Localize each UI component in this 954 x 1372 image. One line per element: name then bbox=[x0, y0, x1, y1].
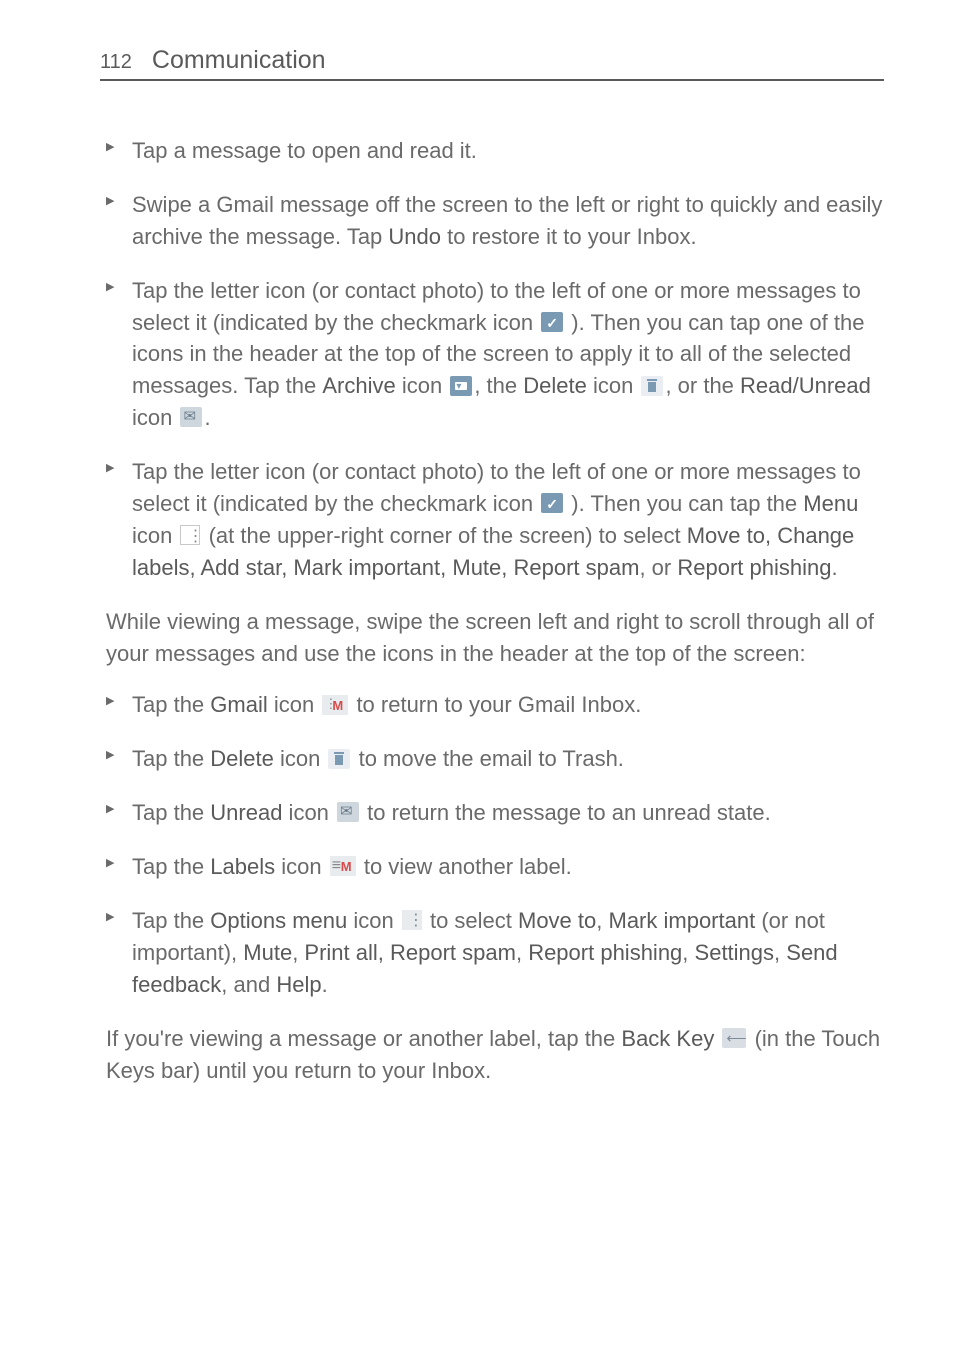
paragraph: While viewing a message, swipe the scree… bbox=[106, 606, 884, 670]
unread-icon bbox=[337, 802, 359, 822]
archive-icon bbox=[450, 376, 472, 396]
paragraph: If you're viewing a message or another l… bbox=[106, 1023, 884, 1087]
instruction-list-2: Tap the Gmail icon to return to your Gma… bbox=[106, 689, 884, 1000]
page-number: 112 bbox=[100, 51, 132, 74]
back-key-icon bbox=[722, 1028, 746, 1048]
section-title: Communication bbox=[152, 46, 326, 75]
menu-icon bbox=[180, 525, 200, 545]
gmail-icon bbox=[322, 695, 348, 715]
read-unread-icon bbox=[180, 407, 202, 427]
list-item: Tap a message to open and read it. bbox=[106, 135, 884, 167]
list-item: Tap the Gmail icon to return to your Gma… bbox=[106, 689, 884, 721]
list-item: Tap the Labels icon to view another labe… bbox=[106, 851, 884, 883]
list-item: Tap the Options menu icon to select Move… bbox=[106, 905, 884, 1001]
list-item: Tap the letter icon (or contact photo) t… bbox=[106, 275, 884, 434]
labels-icon bbox=[330, 856, 356, 876]
delete-icon bbox=[641, 376, 663, 396]
list-item: Tap the Delete icon to move the email to… bbox=[106, 743, 884, 775]
list-item: Swipe a Gmail message off the screen to … bbox=[106, 189, 884, 253]
checkmark-icon bbox=[541, 493, 563, 513]
instruction-list-1: Tap a message to open and read it. Swipe… bbox=[106, 135, 884, 584]
list-item: Tap the letter icon (or contact photo) t… bbox=[106, 456, 884, 584]
delete-icon bbox=[328, 749, 350, 769]
checkmark-icon bbox=[541, 312, 563, 332]
options-menu-icon bbox=[402, 910, 422, 930]
page-header: 112 Communication bbox=[100, 46, 884, 81]
list-item: Tap the Unread icon to return the messag… bbox=[106, 797, 884, 829]
